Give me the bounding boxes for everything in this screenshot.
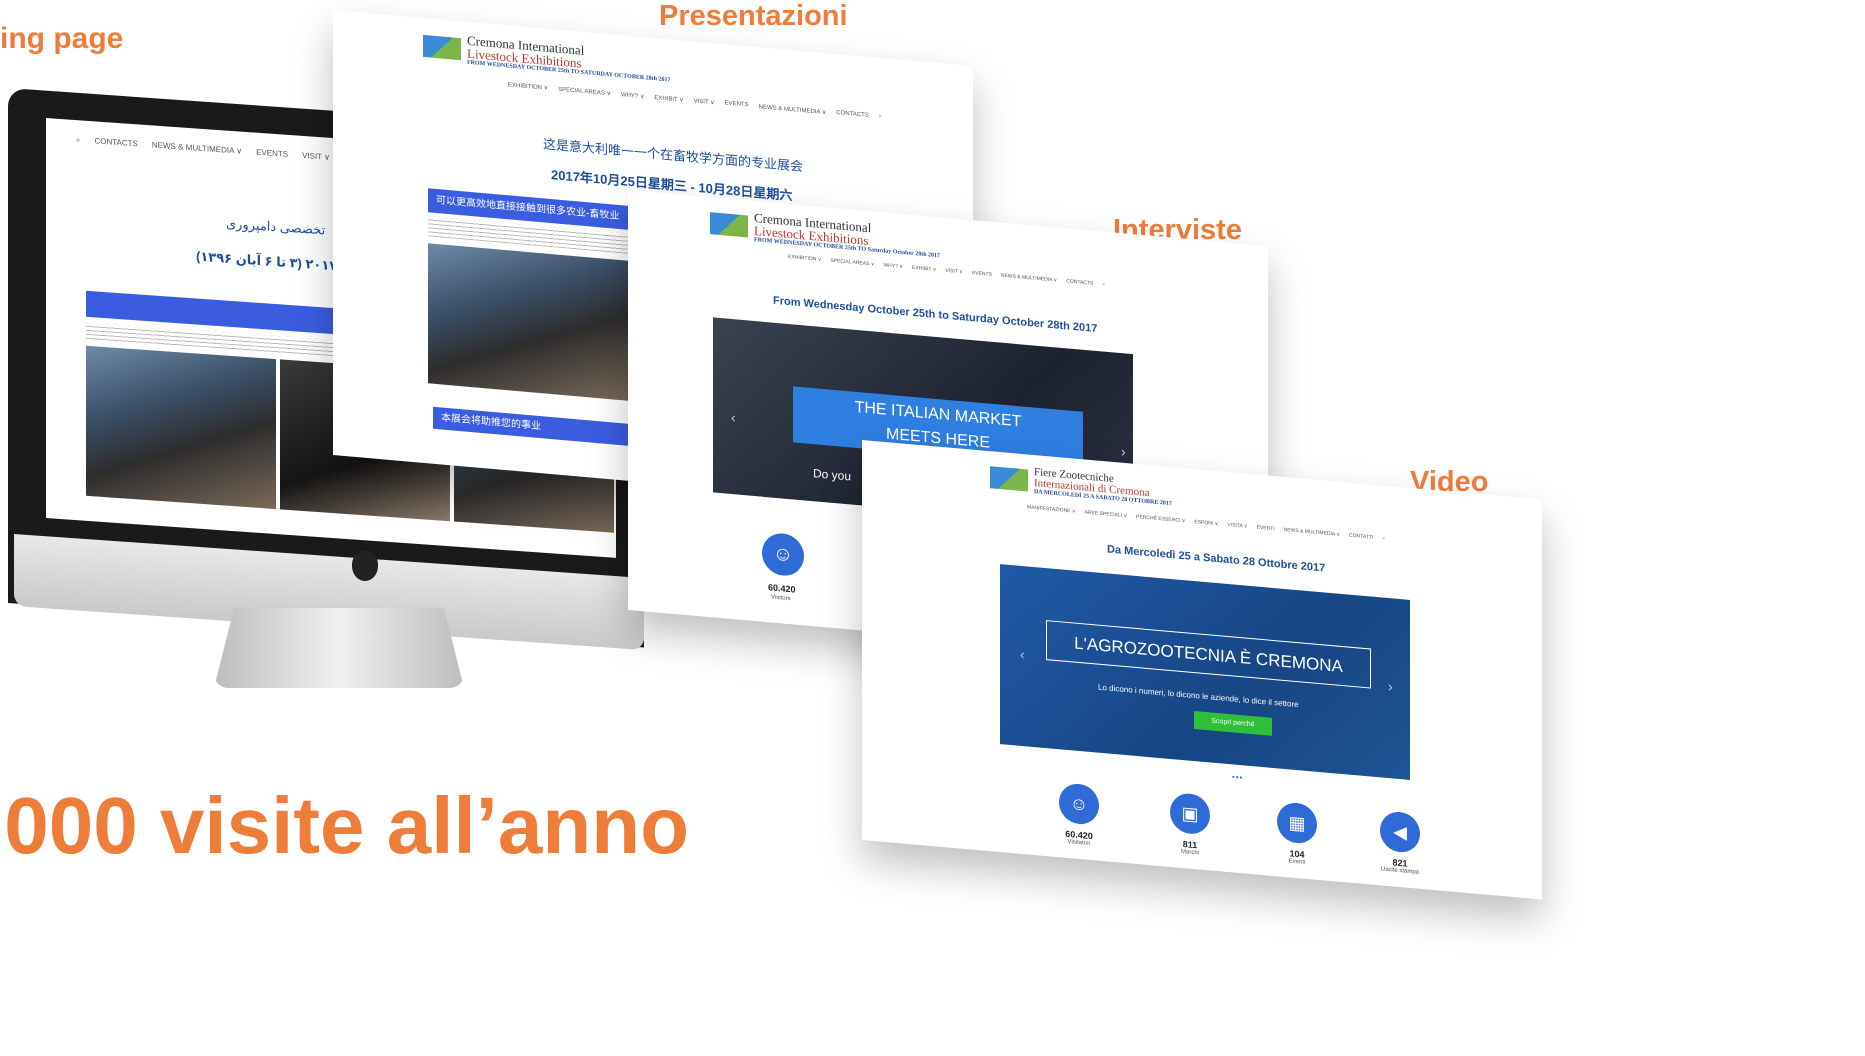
slide-title-box: L'AGROZOOTECNIA È CREMONA bbox=[1046, 620, 1371, 689]
main-nav: EXHIBITION ∨ SPECIAL AREAS ∨ WHY? ∨ EXHI… bbox=[508, 81, 882, 121]
nav-item[interactable]: CONTACTS bbox=[1066, 278, 1093, 286]
imac-date: ۲۰۱۷ (۳ تا ۶ آبان ۱۳۹۶) bbox=[196, 248, 338, 274]
nav-item[interactable]: WHY? ∨ bbox=[621, 91, 644, 100]
chevron-right-icon[interactable]: › bbox=[1121, 443, 1126, 459]
nav-news[interactable]: NEWS & MULTIMEDIA ∨ bbox=[152, 140, 242, 156]
video-screenshot: Fiere Zootecniche Internazionali di Crem… bbox=[862, 440, 1542, 900]
stat-visitatori: ☺ 60.420 Visitatori bbox=[1054, 782, 1104, 848]
photo bbox=[428, 243, 628, 401]
person-icon: ☺ bbox=[762, 531, 804, 578]
imac-title: تخصصی دامپروری bbox=[226, 215, 326, 238]
nav-item[interactable]: EXHIBITION ∨ bbox=[508, 81, 548, 92]
nav-item[interactable]: EVENTS bbox=[972, 270, 992, 278]
apple-logo-icon bbox=[352, 551, 378, 581]
nav-item[interactable]: CONTACTS bbox=[836, 110, 869, 120]
nav-item[interactable]: SPECIAL AREAS ∨ bbox=[830, 258, 874, 268]
big-stat-text: .000 visite all’anno bbox=[0, 781, 689, 870]
chevron-right-icon[interactable]: › bbox=[1388, 678, 1393, 694]
slide-subtitle: Lo dicono i numeri, lo dicono le aziende… bbox=[1098, 682, 1299, 710]
nav-item[interactable]: SPECIAL AREAS ∨ bbox=[558, 86, 611, 98]
stat-marchi: ▣ 811 Marchi bbox=[1165, 791, 1215, 858]
logo-mark-icon bbox=[423, 34, 461, 61]
nav-item[interactable]: WHY? ∨ bbox=[883, 262, 903, 270]
nav-item[interactable]: CONTATTI bbox=[1349, 533, 1373, 541]
megaphone-icon: ◀ bbox=[1380, 810, 1420, 854]
stat-value: 60.420 bbox=[768, 582, 796, 595]
person-icon: ☺ bbox=[1059, 782, 1099, 826]
heading-presentazioni: Presentazioni bbox=[659, 0, 848, 32]
nav-item[interactable]: ESPONI ∨ bbox=[1194, 519, 1218, 527]
nav-item[interactable]: NEWS & MULTIMEDIA ∨ bbox=[1284, 527, 1340, 538]
nav-item[interactable]: VISIT ∨ bbox=[945, 268, 962, 276]
nav-item[interactable]: EVENTS bbox=[725, 100, 749, 109]
briefcase-icon: ▣ bbox=[1170, 791, 1210, 836]
discover-button[interactable]: Scopri perché bbox=[1194, 711, 1272, 736]
nav-item[interactable]: EVENTI bbox=[1257, 525, 1275, 533]
calendar-icon: ▦ bbox=[1277, 801, 1317, 845]
nav-item[interactable]: VISITA ∨ bbox=[1227, 522, 1247, 530]
logo: Fiere Zootecniche Internazionali di Crem… bbox=[990, 463, 1172, 507]
nav-item[interactable]: MANIFESTAZIONE ∨ bbox=[1027, 504, 1076, 514]
nav-events[interactable]: EVENTS bbox=[256, 148, 288, 160]
nav-item[interactable]: AREE SPECIALI ∨ bbox=[1085, 509, 1128, 519]
main-nav: EXHIBITION ∨ SPECIAL AREAS ∨ WHY? ∨ EXHI… bbox=[788, 254, 1105, 288]
heading-landing-page: ing page bbox=[0, 22, 124, 55]
date: Da Mercoledì 25 a Sabato 28 Ottobre 2017 bbox=[1107, 543, 1326, 575]
stat-eventi: ▦ 104 Eventi bbox=[1272, 801, 1322, 867]
nav-visit[interactable]: VISIT ∨ bbox=[302, 151, 330, 163]
main-nav: MANIFESTAZIONE ∨ AREE SPECIALI ∨ PERCHÉ … bbox=[1027, 504, 1385, 541]
hero-slider: L'AGROZOOTECNIA È CREMONA Lo dicono i nu… bbox=[1000, 564, 1410, 780]
slider-dots[interactable]: ••• bbox=[1232, 772, 1243, 782]
nav-contacts[interactable]: CONTACTS bbox=[94, 136, 137, 149]
logo-mark-icon bbox=[710, 212, 748, 238]
search-icon[interactable]: ⌕ bbox=[1102, 282, 1105, 288]
logo: Cremona International Livestock Exhibiti… bbox=[710, 207, 940, 259]
nav-item[interactable]: EXHIBITION ∨ bbox=[788, 254, 821, 263]
chevron-left-icon[interactable]: ‹ bbox=[1020, 646, 1025, 662]
nav-item[interactable]: EXHIBIT ∨ bbox=[912, 265, 936, 273]
nav-item[interactable]: NEWS & MULTIMEDIA ∨ bbox=[759, 103, 827, 116]
stat-uscite: ◀ 821 Uscite stampa bbox=[1370, 809, 1430, 876]
search-icon[interactable]: ⌕ bbox=[76, 135, 80, 145]
nav-item[interactable]: NEWS & MULTIMEDIA ∨ bbox=[1001, 273, 1057, 284]
nav-item[interactable]: PERCHÉ ESSERCI ∨ bbox=[1136, 514, 1185, 524]
imac-photo-1 bbox=[86, 345, 276, 510]
imac-stand bbox=[214, 608, 464, 688]
logo: Cremona International Livestock Exhibiti… bbox=[423, 30, 671, 84]
slide-subtitle: Do you bbox=[813, 466, 852, 484]
search-icon[interactable]: ⌕ bbox=[879, 114, 882, 121]
search-icon[interactable]: ⌕ bbox=[1382, 536, 1385, 542]
nav-item[interactable]: VISIT ∨ bbox=[694, 98, 715, 107]
chevron-left-icon[interactable]: ‹ bbox=[731, 409, 736, 425]
imac-nav: ⌕ CONTACTS NEWS & MULTIMEDIA ∨ EVENTS VI… bbox=[76, 135, 330, 163]
nav-item[interactable]: EXHIBIT ∨ bbox=[654, 94, 683, 104]
logo-mark-icon bbox=[990, 466, 1028, 492]
stat-label: Visitors bbox=[771, 594, 791, 603]
